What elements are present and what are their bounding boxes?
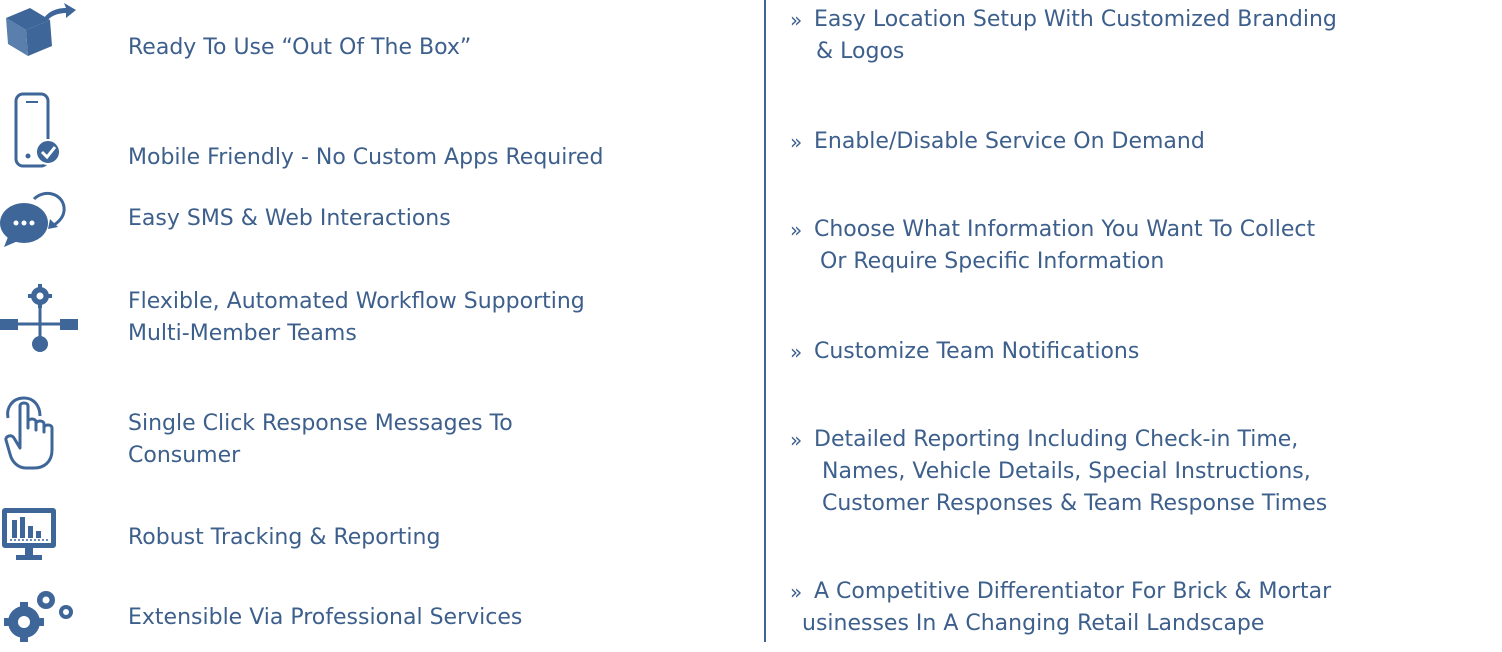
- mobile-check-icon: [0, 90, 100, 168]
- chevron-double-right-icon: »: [790, 428, 803, 452]
- monitor-chart-icon: [0, 504, 100, 574]
- bullet-text: Detailed Reporting Including Check-in Ti…: [814, 427, 1328, 516]
- feature-label: Easy SMS & Web Interactions: [128, 206, 451, 231]
- chevron-double-right-icon: »: [790, 580, 803, 604]
- bullet-text: Customize Team Notifications: [814, 339, 1140, 364]
- workflow-gear-icon: [0, 282, 100, 352]
- chevron-double-right-icon: »: [790, 340, 803, 364]
- benefits-list: » Easy Location Setup With Customized Br…: [790, 0, 1502, 642]
- hand-tap-icon: [0, 392, 100, 470]
- open-box-arrow-icon: [0, 0, 100, 70]
- bullet-text: Choose What Information You Want To Coll…: [814, 217, 1316, 274]
- bullet-text: A Competitive Differentiator For Brick &…: [802, 579, 1332, 636]
- feature-label: Flexible, Automated Workflow Supporting …: [128, 289, 585, 346]
- feature-label: Mobile Friendly - No Custom Apps Require…: [128, 145, 604, 170]
- chevron-double-right-icon: »: [790, 130, 803, 154]
- chat-refresh-icon: [0, 185, 100, 255]
- chevron-double-right-icon: »: [790, 8, 803, 32]
- column-divider: [764, 0, 766, 642]
- bullet-text: Easy Location Setup With Customized Bran…: [814, 7, 1337, 64]
- feature-label: Ready To Use “Out Of The Box”: [128, 35, 472, 60]
- features-list: Ready To Use “Out Of The Box” Mobile Fri…: [0, 0, 760, 642]
- feature-label: Single Click Response Messages To Consum…: [128, 411, 513, 468]
- bullet-text: Enable/Disable Service On Demand: [814, 129, 1205, 154]
- chevron-double-right-icon: »: [790, 218, 803, 242]
- feature-label: Extensible Via Professional Services: [128, 605, 523, 630]
- feature-label: Robust Tracking & Reporting: [128, 525, 441, 550]
